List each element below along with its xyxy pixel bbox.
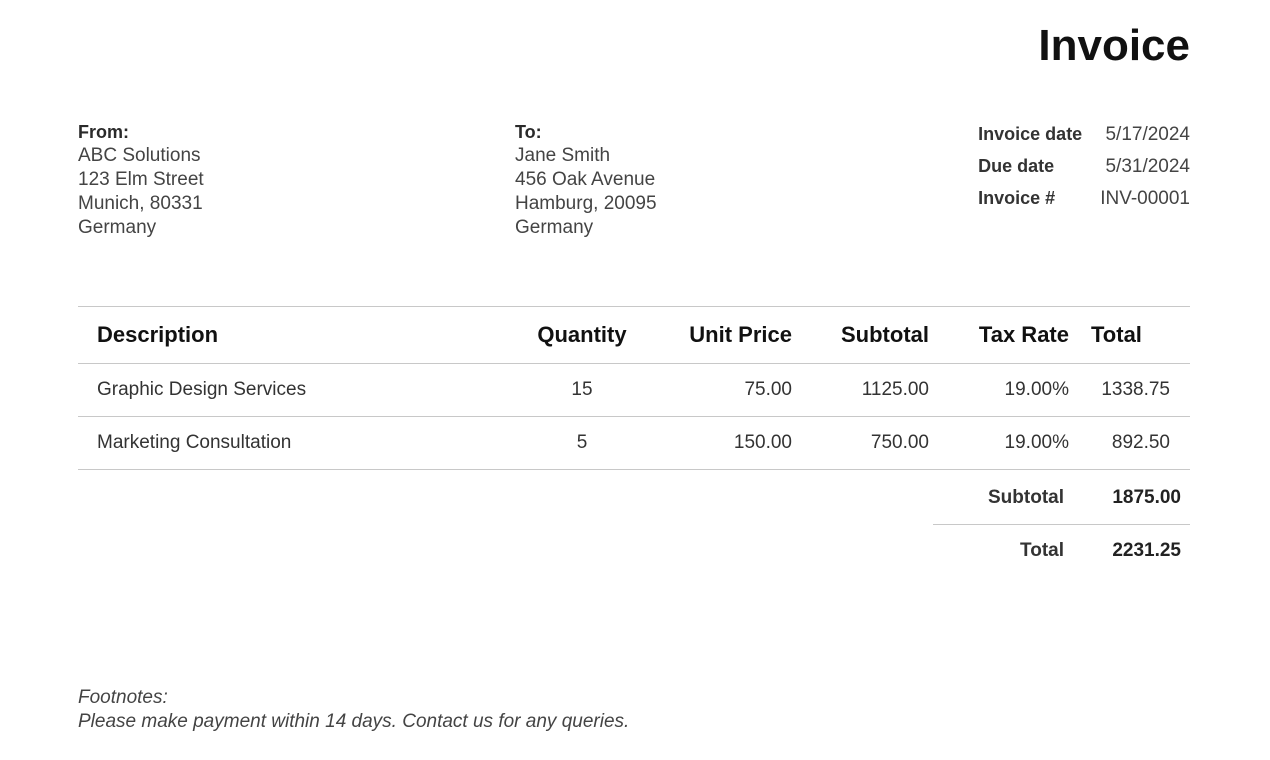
totals-summary: Subtotal 1875.00 Total 2231.25 (933, 472, 1190, 577)
subtotal-label: Subtotal (988, 487, 1064, 508)
from-line-city: Munich, 80331 (78, 193, 203, 214)
meta-label: Due date (978, 156, 1055, 176)
total-value: 2231.25 (1112, 540, 1181, 561)
cell-unit-price: 75.00 (652, 363, 792, 417)
cell-subtotal: 750.00 (792, 416, 929, 470)
cell-total: 1338.75 (1069, 363, 1190, 417)
header-unit-price: Unit Price (652, 306, 792, 364)
cell-tax-rate: 19.00% (929, 416, 1069, 470)
summary-subtotal-row: Subtotal 1875.00 (933, 472, 1190, 525)
cell-quantity: 5 (512, 416, 652, 470)
cell-description: Marketing Consultation (78, 416, 512, 470)
subtotal-value: 1875.00 (1112, 487, 1181, 508)
header-total: Total (1069, 306, 1190, 364)
total-label: Total (1020, 540, 1064, 561)
meta-label: Invoice date (978, 124, 1083, 144)
meta-label: Invoice # (978, 188, 1056, 208)
to-line-city: Hamburg, 20095 (515, 193, 657, 214)
cell-subtotal: 1125.00 (792, 363, 929, 417)
meta-row-invoice-date: Invoice date 5/17/2024 (978, 120, 1190, 152)
cell-total: 892.50 (1069, 416, 1190, 470)
summary-total-row: Total 2231.25 (933, 525, 1190, 577)
from-line-company: ABC Solutions (78, 145, 201, 166)
from-line-country: Germany (78, 217, 157, 238)
to-address-block: To: Jane Smith 456 Oak Avenue Hamburg, 2… (515, 120, 657, 240)
to-line-street: 456 Oak Avenue (515, 169, 656, 190)
footnotes-text: Please make payment within 14 days. Cont… (78, 711, 630, 732)
table-row: Graphic Design Services 15 75.00 1125.00… (78, 363, 1190, 417)
footnotes: Footnotes: Please make payment within 14… (78, 686, 629, 734)
cell-tax-rate: 19.00% (929, 363, 1069, 417)
table-header-row: Description Quantity Unit Price Subtotal… (78, 306, 1190, 364)
meta-value: INV-00001 (1100, 188, 1190, 209)
cell-unit-price: 150.00 (652, 416, 792, 470)
to-line-country: Germany (515, 217, 594, 238)
header-quantity: Quantity (512, 306, 652, 364)
line-items-table: Description Quantity Unit Price Subtotal… (78, 306, 1190, 470)
to-label: To: (515, 122, 542, 142)
cell-description: Graphic Design Services (78, 363, 512, 417)
invoice-meta: Invoice date 5/17/2024 Due date 5/31/202… (978, 120, 1190, 216)
meta-value: 5/17/2024 (1105, 124, 1190, 145)
header-subtotal: Subtotal (792, 306, 929, 364)
table-row: Marketing Consultation 5 150.00 750.00 1… (78, 416, 1190, 470)
meta-row-due-date: Due date 5/31/2024 (978, 152, 1190, 184)
page-title: Invoice (1038, 21, 1190, 70)
header-description: Description (78, 306, 512, 364)
to-line-name: Jane Smith (515, 145, 611, 166)
cell-quantity: 15 (512, 363, 652, 417)
from-label: From: (78, 122, 129, 142)
from-line-street: 123 Elm Street (78, 169, 204, 190)
meta-row-invoice-number: Invoice # INV-00001 (978, 184, 1190, 216)
footnotes-label: Footnotes: (78, 687, 168, 708)
header-tax-rate: Tax Rate (929, 306, 1069, 364)
meta-value: 5/31/2024 (1105, 156, 1190, 177)
from-address-block: From: ABC Solutions 123 Elm Street Munic… (78, 120, 204, 240)
